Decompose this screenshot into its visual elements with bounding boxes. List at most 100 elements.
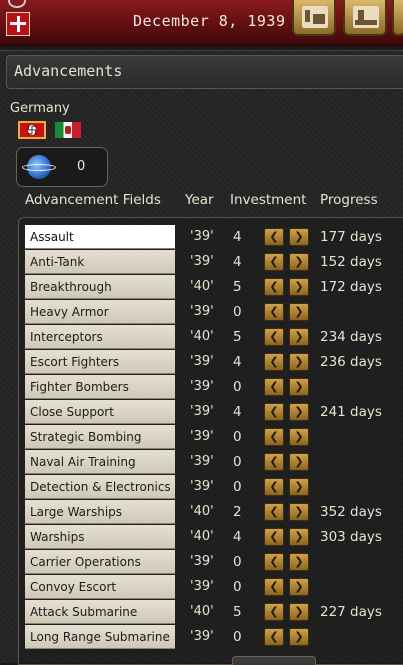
chevron-right-icon: ❯ (294, 580, 304, 593)
increase-investment-button[interactable]: ❯ (289, 303, 309, 321)
increase-investment-button[interactable]: ❯ (289, 503, 309, 521)
advancement-year: '39' (190, 629, 214, 644)
advancement-investment: 2 (233, 504, 242, 520)
decrease-investment-button[interactable]: ❮ (264, 553, 284, 571)
decrease-investment-button[interactable]: ❮ (264, 578, 284, 596)
advancement-investment: 0 (233, 379, 242, 395)
advancement-field-name[interactable]: Naval Air Training (25, 450, 175, 474)
decrease-investment-button[interactable]: ❮ (264, 303, 284, 321)
production-button[interactable] (292, 0, 336, 36)
top-bar: December 8, 1939 (0, 0, 403, 46)
advancement-progress: 241 days (320, 404, 382, 420)
panel-header: Advancements (6, 55, 403, 89)
increase-investment-button[interactable]: ❯ (289, 228, 309, 246)
table-row: Interceptors '40' 5 ❮ ❯ 234 days (0, 325, 403, 350)
increase-investment-button[interactable]: ❯ (289, 528, 309, 546)
chevron-left-icon: ❮ (269, 355, 279, 368)
advancement-progress: 177 days (320, 229, 382, 245)
naval-button[interactable] (343, 0, 387, 36)
decrease-investment-button[interactable]: ❮ (264, 378, 284, 396)
advancement-progress: 236 days (320, 354, 382, 370)
advancement-field-name[interactable]: Heavy Armor (25, 300, 175, 324)
advancement-field-name[interactable]: Long Range Submarine (25, 625, 175, 649)
table-row: Anti-Tank '39' 4 ❮ ❯ 152 days (0, 250, 403, 275)
chevron-right-icon: ❯ (294, 605, 304, 618)
italy-flag-icon[interactable] (55, 122, 81, 138)
table-row: Breakthrough '40' 5 ❮ ❯ 172 days (0, 275, 403, 300)
advancement-year: '40' (190, 504, 214, 519)
advancement-field-name[interactable]: Breakthrough (25, 275, 175, 299)
decrease-investment-button[interactable]: ❮ (264, 628, 284, 646)
advancement-investment: 4 (233, 229, 242, 245)
increase-investment-button[interactable]: ❯ (289, 403, 309, 421)
chevron-right-icon: ❯ (294, 255, 304, 268)
bottom-tab[interactable] (232, 656, 316, 665)
table-row: Warships '40' 4 ❮ ❯ 303 days (0, 525, 403, 550)
decrease-investment-button[interactable]: ❮ (264, 478, 284, 496)
decrease-investment-button[interactable]: ❮ (264, 353, 284, 371)
advancement-investment: 5 (233, 604, 242, 620)
more-button[interactable] (392, 0, 403, 36)
decrease-investment-button[interactable]: ❮ (264, 403, 284, 421)
advancement-field-name[interactable]: Strategic Bombing (25, 425, 175, 449)
ring-icon (8, 0, 26, 8)
advancement-field-name[interactable]: Fighter Bombers (25, 375, 175, 399)
increase-investment-button[interactable]: ❯ (289, 453, 309, 471)
chevron-left-icon: ❮ (269, 230, 279, 243)
decrease-investment-button[interactable]: ❮ (264, 453, 284, 471)
advancement-progress: 172 days (320, 279, 382, 295)
decrease-investment-button[interactable]: ❮ (264, 253, 284, 271)
chevron-right-icon: ❯ (294, 330, 304, 343)
advancement-year: '39' (190, 354, 214, 369)
advancement-investment: 0 (233, 579, 242, 595)
decrease-investment-button[interactable]: ❮ (264, 328, 284, 346)
advancement-field-name[interactable]: Warships (25, 525, 175, 549)
advancement-year: '39' (190, 254, 214, 269)
chevron-left-icon: ❮ (269, 380, 279, 393)
increase-investment-button[interactable]: ❯ (289, 578, 309, 596)
decrease-investment-button[interactable]: ❮ (264, 503, 284, 521)
increase-investment-button[interactable]: ❯ (289, 253, 309, 271)
nation-flag-icon[interactable] (6, 12, 30, 36)
increase-investment-button[interactable]: ❯ (289, 328, 309, 346)
chevron-left-icon: ❮ (269, 580, 279, 593)
chevron-left-icon: ❮ (269, 505, 279, 518)
chevron-left-icon: ❮ (269, 605, 279, 618)
increase-investment-button[interactable]: ❯ (289, 478, 309, 496)
factory-icon (302, 6, 328, 28)
table-row: Carrier Operations '39' 0 ❮ ❯ (0, 550, 403, 575)
increase-investment-button[interactable]: ❯ (289, 278, 309, 296)
advancement-year: '39' (190, 379, 214, 394)
advancement-field-name[interactable]: Close Support (25, 400, 175, 424)
table-row: Heavy Armor '39' 0 ❮ ❯ (0, 300, 403, 325)
advancement-field-name[interactable]: Attack Submarine (25, 600, 175, 624)
increase-investment-button[interactable]: ❯ (289, 553, 309, 571)
decrease-investment-button[interactable]: ❮ (264, 528, 284, 546)
increase-investment-button[interactable]: ❯ (289, 378, 309, 396)
increase-investment-button[interactable]: ❯ (289, 603, 309, 621)
increase-investment-button[interactable]: ❯ (289, 428, 309, 446)
advancement-field-name[interactable]: Convoy Escort (25, 575, 175, 599)
table-row: Strategic Bombing '39' 0 ❮ ❯ (0, 425, 403, 450)
chevron-left-icon: ❮ (269, 530, 279, 543)
advancement-field-name[interactable]: Assault (25, 225, 175, 249)
decrease-investment-button[interactable]: ❮ (264, 278, 284, 296)
chevron-right-icon: ❯ (294, 305, 304, 318)
advancement-field-name[interactable]: Escort Fighters (25, 350, 175, 374)
advancement-field-name[interactable]: Interceptors (25, 325, 175, 349)
chevron-right-icon: ❯ (294, 630, 304, 643)
germany-flag-icon[interactable] (18, 121, 46, 139)
increase-investment-button[interactable]: ❯ (289, 628, 309, 646)
decrease-investment-button[interactable]: ❮ (264, 428, 284, 446)
chevron-right-icon: ❯ (294, 530, 304, 543)
table-row: Assault '39' 4 ❮ ❯ 177 days (0, 225, 403, 250)
advancement-field-name[interactable]: Detection & Electronics (25, 475, 175, 499)
decrease-investment-button[interactable]: ❮ (264, 603, 284, 621)
decrease-investment-button[interactable]: ❮ (264, 228, 284, 246)
ship-icon (353, 6, 379, 28)
increase-investment-button[interactable]: ❯ (289, 353, 309, 371)
advancement-field-name[interactable]: Anti-Tank (25, 250, 175, 274)
advancement-field-name[interactable]: Carrier Operations (25, 550, 175, 574)
research-count: 0 (77, 159, 86, 174)
advancement-field-name[interactable]: Large Warships (25, 500, 175, 524)
